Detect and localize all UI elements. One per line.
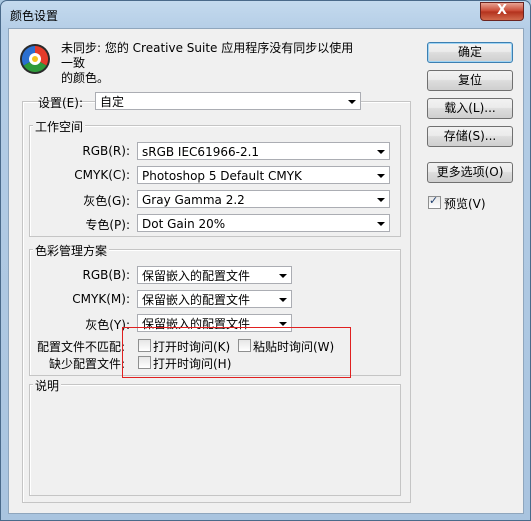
color-wheel-icon <box>20 44 50 74</box>
highlight-annotation <box>122 327 351 378</box>
load-button[interactable]: 载入(L)... <box>427 98 513 119</box>
spot-working-dropdown[interactable]: Dot Gain 20% <box>137 214 390 232</box>
chevron-down-icon <box>279 298 287 302</box>
sync-status-text: 未同步: 您的 Creative Suite 应用程序没有同步以使用一致 的颜色… <box>61 41 354 85</box>
rgb-working-value: sRGB IEC61966-2.1 <box>142 145 260 159</box>
chevron-down-icon <box>279 322 287 326</box>
chevron-down-icon <box>377 222 385 226</box>
window-title: 颜色设置 <box>10 9 59 23</box>
description-title: 说明 <box>33 377 62 394</box>
working-spaces-title: 工作空间 <box>33 118 86 135</box>
spot-working-value: Dot Gain 20% <box>142 217 226 231</box>
missing-profile-label: 缺少配置文件: <box>48 357 125 371</box>
cmyk-policy-dropdown[interactable]: 保留嵌入的配置文件 <box>137 290 292 308</box>
settings-value: 自定 <box>100 95 125 109</box>
chevron-down-icon <box>377 150 385 154</box>
rgb-policy-label: RGB(B): <box>82 268 130 282</box>
settings-label: 设置(E): <box>38 96 83 110</box>
color-settings-window: 颜色设置 X 未同步: 您的 Creative Suite 应用程序没有同步以使… <box>0 0 531 521</box>
gray-working-value: Gray Gamma 2.2 <box>142 193 245 207</box>
rgb-working-label: RGB(R): <box>82 144 130 158</box>
description-group <box>29 384 401 496</box>
cmyk-working-label: CMYK(C): <box>74 168 130 182</box>
title-bar[interactable]: 颜色设置 X <box>1 1 530 28</box>
spot-working-label: 专色(P): <box>85 218 130 232</box>
save-button[interactable]: 存储(S)... <box>427 126 513 147</box>
ok-button[interactable]: 确定 <box>427 42 513 63</box>
settings-dropdown[interactable]: 自定 <box>95 92 361 110</box>
cmyk-policy-label: CMYK(M): <box>72 292 130 306</box>
rgb-policy-dropdown[interactable]: 保留嵌入的配置文件 <box>137 266 292 284</box>
close-button[interactable]: X <box>480 2 524 21</box>
profile-mismatch-label: 配置文件不匹配: <box>36 340 125 354</box>
chevron-down-icon <box>377 174 385 178</box>
chevron-down-icon <box>348 100 356 104</box>
preview-checkbox[interactable] <box>428 194 441 209</box>
cmyk-working-dropdown[interactable]: Photoshop 5 Default CMYK <box>137 166 390 184</box>
dialog-body: 未同步: 您的 Creative Suite 应用程序没有同步以使用一致 的颜色… <box>8 28 524 514</box>
more-options-button[interactable]: 更多选项(O) <box>427 162 513 183</box>
policies-title: 色彩管理方案 <box>33 242 110 259</box>
reset-button[interactable]: 复位 <box>427 70 513 91</box>
gray-working-label: 灰色(G): <box>83 194 130 208</box>
chevron-down-icon <box>377 198 385 202</box>
rgb-policy-value: 保留嵌入的配置文件 <box>142 269 251 283</box>
preview-label[interactable]: 预览(V) <box>444 195 486 212</box>
rgb-working-dropdown[interactable]: sRGB IEC61966-2.1 <box>137 142 390 160</box>
chevron-down-icon <box>279 274 287 278</box>
cmyk-policy-value: 保留嵌入的配置文件 <box>142 293 251 307</box>
cmyk-working-value: Photoshop 5 Default CMYK <box>142 169 302 183</box>
gray-working-dropdown[interactable]: Gray Gamma 2.2 <box>137 190 390 208</box>
